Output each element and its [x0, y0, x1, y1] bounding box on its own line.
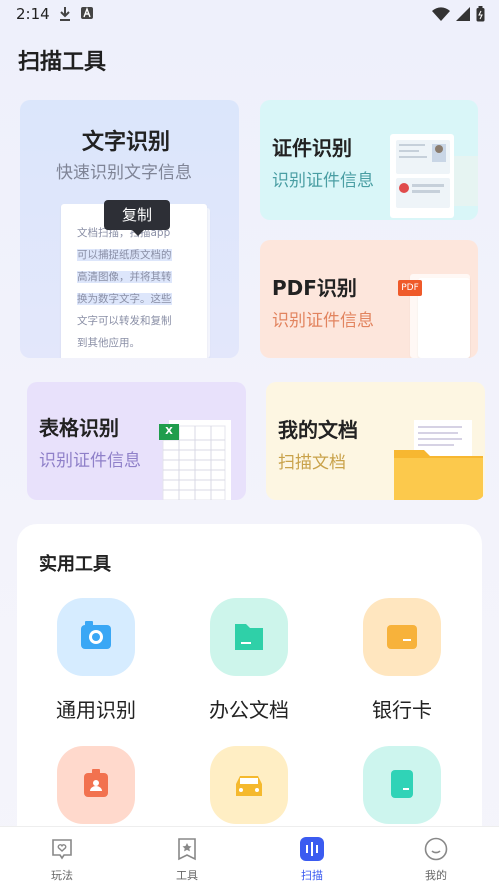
sample-line: 到其他应用。 [77, 337, 140, 349]
signal-icon [456, 7, 470, 21]
pdf-recognition-subtitle: 识别证件信息 [272, 311, 374, 331]
excel-badge: X [159, 424, 179, 440]
my-documents-title: 我的文档 [278, 418, 358, 442]
id-recognition-subtitle: 识别证件信息 [272, 171, 374, 191]
my-documents-subtitle: 扫描文档 [278, 453, 346, 473]
practical-tools-panel: 实用工具 通用识别 办公文档 银行卡 [17, 524, 482, 844]
bottom-tab-bar: 玩法 工具 扫描 我的 [0, 826, 499, 888]
tab-play[interactable]: 玩法 [27, 833, 97, 887]
pdf-paper [418, 278, 470, 358]
status-system-icons [432, 6, 485, 22]
car-icon [210, 746, 288, 824]
wallet-icon [363, 598, 441, 676]
heart-message-icon [52, 839, 72, 860]
tab-tools[interactable]: 工具 [152, 833, 222, 887]
sample-line-highlighted: 换为数字文字。这些 [77, 293, 172, 305]
tab-label: 我的 [425, 869, 447, 882]
camera-icon [57, 598, 135, 676]
card-icon [363, 746, 441, 824]
tool-label: 办公文档 [209, 698, 289, 722]
smile-icon [424, 837, 448, 861]
folder-icon [210, 598, 288, 676]
sample-line: 文字可以转发和复制 [77, 315, 172, 327]
text-recognition-subtitle: 快速识别文字信息 [56, 163, 192, 183]
tool-bank-card[interactable]: 银行卡 [325, 598, 475, 738]
id-card-illustration [390, 134, 478, 218]
tool-label: 银行卡 [372, 698, 432, 722]
status-time: 2:14 [16, 5, 50, 23]
id-recognition-title: 证件识别 [272, 136, 352, 160]
tab-label: 扫描 [301, 869, 323, 882]
download-icon [60, 7, 70, 21]
pdf-recognition-card[interactable]: PDF识别 识别证件信息 PDF [260, 240, 478, 358]
text-recognition-title: 文字识别 [82, 130, 171, 155]
battery-icon [476, 6, 485, 22]
pdf-recognition-title: PDF识别 [272, 276, 357, 300]
my-documents-card[interactable]: 我的文档 扫描文档 [266, 382, 485, 500]
table-recognition-card[interactable]: 表格识别 识别证件信息 X [27, 382, 246, 500]
copy-tooltip: 复制 [104, 200, 170, 236]
tool-label: 通用识别 [56, 698, 136, 722]
table-recognition-subtitle: 识别证件信息 [39, 451, 141, 471]
tab-mine[interactable]: 我的 [401, 833, 471, 887]
folder-illustration [394, 420, 483, 500]
tab-label: 玩法 [51, 869, 73, 882]
sample-line-highlighted: 可以捕捉纸质文档的 [77, 249, 172, 261]
tool-general-recognition[interactable]: 通用识别 [19, 598, 169, 738]
tool-office-documents[interactable]: 办公文档 [172, 598, 322, 738]
sample-text: 文档扫描，扫描app 可以捕捉纸质文档的 高清图像，并将其转 换为数字文字。这些… [77, 222, 192, 354]
id-badge-icon [57, 746, 135, 824]
sample-line-highlighted: 高清图像，并将其转 [77, 271, 172, 283]
id-recognition-card[interactable]: 证件识别 识别证件信息 [260, 100, 478, 220]
scan-icon [300, 837, 324, 861]
status-bar: 2:14 [0, 0, 499, 28]
star-bookmark-icon [178, 838, 196, 861]
tab-label: 工具 [176, 869, 198, 882]
app-notification-icon [81, 7, 93, 19]
page-title: 扫描工具 [18, 50, 107, 75]
wifi-icon [432, 7, 450, 21]
status-notification-icons [58, 6, 94, 22]
pdf-badge: PDF [398, 280, 422, 296]
tab-scan[interactable]: 扫描 [277, 833, 347, 887]
practical-tools-title: 实用工具 [39, 554, 111, 575]
table-recognition-title: 表格识别 [39, 416, 119, 440]
